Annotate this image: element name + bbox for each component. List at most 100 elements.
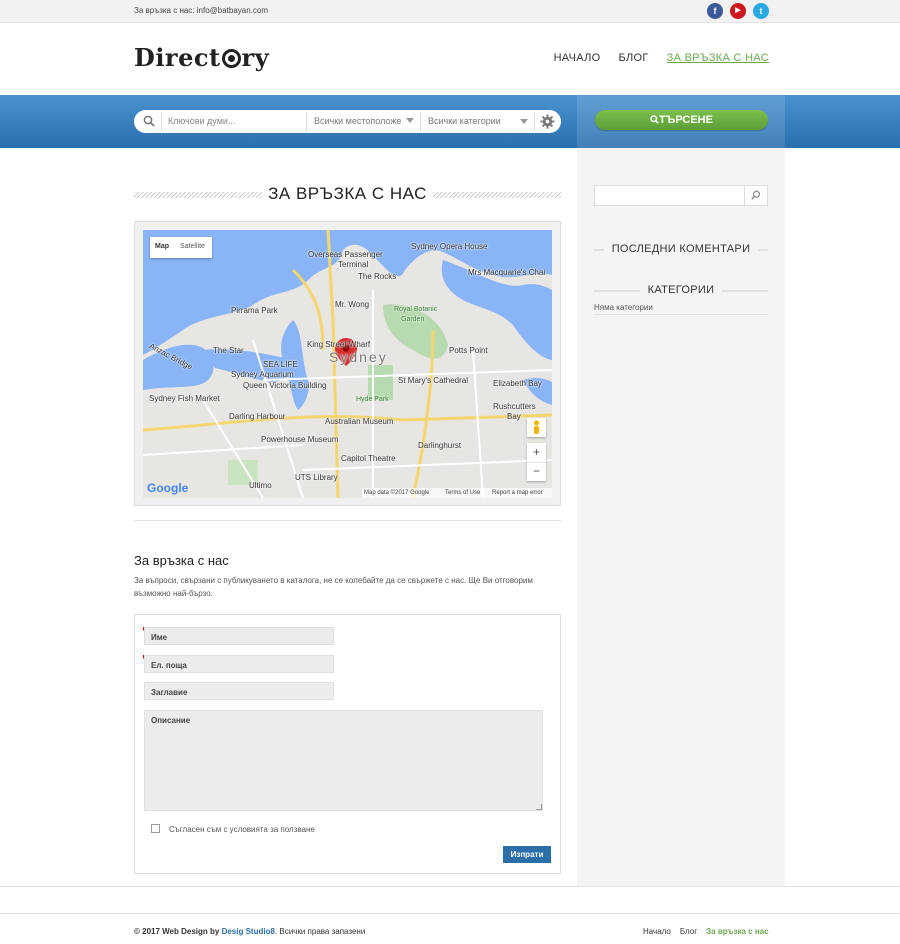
contact-description: За въпроси, свързани с публикуването в к… xyxy=(134,576,533,598)
recent-comments-heading: ПОСЛЕДНИ КОМЕНТАРИ xyxy=(594,243,768,255)
footer-nav-contact[interactable]: За връзка с нас xyxy=(706,927,768,936)
map-data-text: Map data ©2017 Google xyxy=(364,490,430,496)
categories-heading: КАТЕГОРИИ xyxy=(594,284,768,296)
search-bar: Ключови думи... Всички местоположе Всичк… xyxy=(134,110,561,133)
rights-text: . Всички права запазени xyxy=(274,927,366,936)
map-label: SEA LIFE xyxy=(263,360,298,369)
map-label: Sydney Aquarium xyxy=(231,370,294,379)
search-separator xyxy=(420,112,421,131)
globe-icon xyxy=(221,49,241,68)
map-label: Australian Museum xyxy=(325,417,394,426)
zoom-out-button[interactable]: − xyxy=(527,462,546,481)
map-label: Queen Victoria Building xyxy=(243,381,327,390)
description-textarea[interactable]: Описание xyxy=(144,710,543,811)
map-type-control: Map Satellite xyxy=(150,237,212,258)
content-divider xyxy=(134,520,561,521)
map-label: Pirrama Park xyxy=(231,306,278,315)
page-heading: ЗА ВРЪЗКА С НАС xyxy=(134,184,561,206)
copyright-text: © 2017 Web Design by xyxy=(134,927,220,936)
search-icon xyxy=(650,115,659,124)
google-map[interactable]: Sydney Opera House Overseas Passenger Te… xyxy=(143,230,552,498)
nav-item-home[interactable]: НАЧАЛО xyxy=(554,52,601,64)
map-label: St Mary's Cathedral xyxy=(398,376,468,385)
terms-label: Съгласен съм с условията за ползване xyxy=(169,825,315,834)
map-label: Mr. Wong xyxy=(335,300,370,309)
search-separator xyxy=(161,112,162,131)
footer-nav-home[interactable]: Начало xyxy=(643,927,671,936)
map-label: The Star xyxy=(213,346,244,355)
map-zoom-control: + − xyxy=(527,443,546,481)
map-report-link[interactable]: Report a map error xyxy=(492,490,543,496)
map-label: Darlinghurst xyxy=(418,441,462,450)
map-label: Sydney Opera House xyxy=(411,242,488,251)
contact-email-text: За връзка с нас: info@batbayan.com xyxy=(134,6,269,15)
terms-checkbox[interactable] xyxy=(151,824,160,833)
category-select[interactable]: Всички категории xyxy=(428,116,501,126)
keywords-input[interactable]: Ключови думи... xyxy=(168,116,235,126)
google-logo-text: Google xyxy=(147,481,189,495)
map-label: Capitol Theatre xyxy=(341,454,396,463)
map-label: Bay xyxy=(507,412,521,421)
google-logo: Google xyxy=(147,481,188,495)
map-terms-link[interactable]: Terms of Use xyxy=(445,490,480,496)
map-label: Mrs Macquarie's Chai xyxy=(468,268,546,277)
categories-divider xyxy=(594,314,768,315)
logo-text-start: Direct xyxy=(134,43,221,72)
search-icon xyxy=(751,190,760,200)
send-button[interactable]: Изпрати xyxy=(503,846,551,863)
map-label: King Street Wharf xyxy=(307,340,371,349)
recent-comments-title: ПОСЛЕДНИ КОМЕНТАРИ xyxy=(603,243,759,255)
map-type-map-button[interactable]: Map xyxy=(155,243,169,250)
logo-text-end: ry xyxy=(241,43,270,72)
footer-nav: Начало Блог За връзка с нас xyxy=(643,927,769,936)
map-label: Hyde Park xyxy=(356,396,389,403)
map-label: Elizabeth Bay xyxy=(493,379,542,388)
zoom-in-button[interactable]: + xyxy=(527,443,546,462)
twitter-icon[interactable]: t xyxy=(753,3,769,19)
location-select[interactable]: Всички местоположе xyxy=(314,116,401,126)
map-label: Darling Harbour xyxy=(229,412,286,421)
search-icon xyxy=(143,115,155,127)
search-button-label: ТЪРСЕНЕ xyxy=(659,114,713,126)
categories-title: КАТЕГОРИИ xyxy=(639,284,723,296)
subject-input[interactable]: Заглавие xyxy=(144,682,334,700)
nav-item-contact[interactable]: ЗА ВРЪЗКА С НАС xyxy=(667,52,769,64)
site-header: Direct ry НАЧАЛО БЛОГ ЗА ВРЪЗКА С НАС xyxy=(0,23,900,95)
resize-handle-icon[interactable] xyxy=(536,804,542,810)
map-label: Garden xyxy=(401,316,425,323)
gear-icon[interactable] xyxy=(540,114,555,129)
map-label: Overseas Passenger xyxy=(308,250,383,259)
name-input[interactable]: Име xyxy=(144,627,334,645)
map-label: The Rocks xyxy=(358,272,397,281)
street-view-icon[interactable] xyxy=(527,418,546,437)
map-city-label: Sydney xyxy=(329,349,388,365)
map-label: Rushcutters xyxy=(493,402,536,411)
map-label: Royal Botanic xyxy=(394,306,438,313)
facebook-icon[interactable]: f xyxy=(707,3,723,19)
chevron-down-icon xyxy=(520,119,528,124)
map-label: Powerhouse Museum xyxy=(261,435,339,444)
search-separator xyxy=(306,112,307,131)
nav-item-blog[interactable]: БЛОГ xyxy=(618,52,648,64)
map-label: Ultimo xyxy=(249,481,272,490)
top-bar: За връзка с нас: info@batbayan.com f ▶ t xyxy=(0,0,900,23)
map-label: Potts Point xyxy=(449,346,488,355)
search-separator xyxy=(534,112,535,131)
chevron-down-icon xyxy=(406,118,414,123)
main-nav: НАЧАЛО БЛОГ ЗА ВРЪЗКА С НАС xyxy=(554,52,769,64)
footer-divider xyxy=(0,913,900,914)
email-input[interactable]: Ел. поща xyxy=(144,655,334,673)
sidebar-search-input[interactable] xyxy=(594,185,768,206)
sidebar xyxy=(577,148,785,886)
sidebar-search-button[interactable] xyxy=(744,186,767,205)
studio-link[interactable]: Desig Studio8 xyxy=(222,927,275,936)
site-logo[interactable]: Direct ry xyxy=(134,43,269,72)
page-title: ЗА ВРЪЗКА С НАС xyxy=(268,184,427,203)
map-label: Terminal xyxy=(338,260,369,269)
footer-nav-blog[interactable]: Блог xyxy=(680,927,697,936)
search-button[interactable]: ТЪРСЕНЕ xyxy=(595,110,768,130)
youtube-icon[interactable]: ▶ xyxy=(730,3,746,19)
contact-title: За връзка с нас xyxy=(134,553,229,568)
map-type-satellite-button[interactable]: Satellite xyxy=(180,243,205,250)
copyright: © 2017 Web Design by Desig Studio8. Всич… xyxy=(134,927,365,936)
